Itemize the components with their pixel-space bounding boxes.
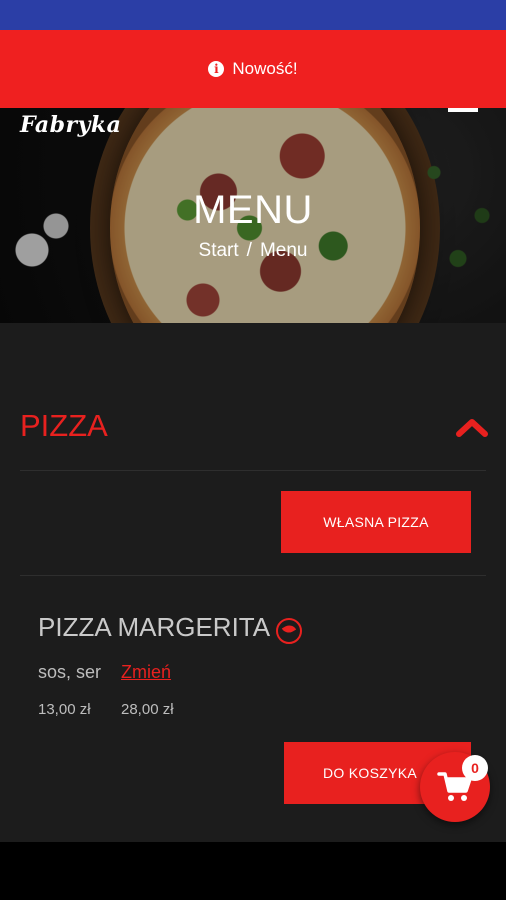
custom-pizza-button[interactable]: WŁASNA PIZZA <box>281 491 471 553</box>
product-ingredients: sos, ser <box>38 662 102 682</box>
add-to-cart-label: DO KOSZYKA <box>323 765 418 781</box>
section-divider <box>20 470 486 471</box>
logo[interactable]: Fabryka <box>20 112 121 138</box>
notice-bar[interactable]: i Nowość! <box>0 30 506 108</box>
breadcrumb-current: Menu <box>259 240 308 261</box>
bottom-bar <box>0 842 506 900</box>
page-title: MENU <box>193 188 313 232</box>
leaf-icon <box>276 618 302 644</box>
product-name: PIZZA MARGERITA <box>38 612 271 642</box>
status-bar <box>0 0 506 30</box>
section-title-pizza[interactable]: PIZZA <box>20 408 108 444</box>
breadcrumb: Start / Menu <box>0 240 506 262</box>
notice-text: Nowość! <box>232 59 298 78</box>
price-large: 28,00 zł <box>121 701 174 718</box>
info-icon: i <box>208 61 225 77</box>
menu-icon[interactable] <box>448 108 478 112</box>
cart-count-badge: 0 <box>462 755 488 781</box>
breadcrumb-home[interactable]: Start <box>199 240 239 261</box>
price-small: 13,00 zł <box>38 701 91 718</box>
breadcrumb-separator: / <box>246 240 252 261</box>
product-divider <box>20 575 486 576</box>
chevron-up-icon[interactable] <box>456 416 488 438</box>
change-ingredients-link[interactable]: Zmień <box>121 662 171 683</box>
